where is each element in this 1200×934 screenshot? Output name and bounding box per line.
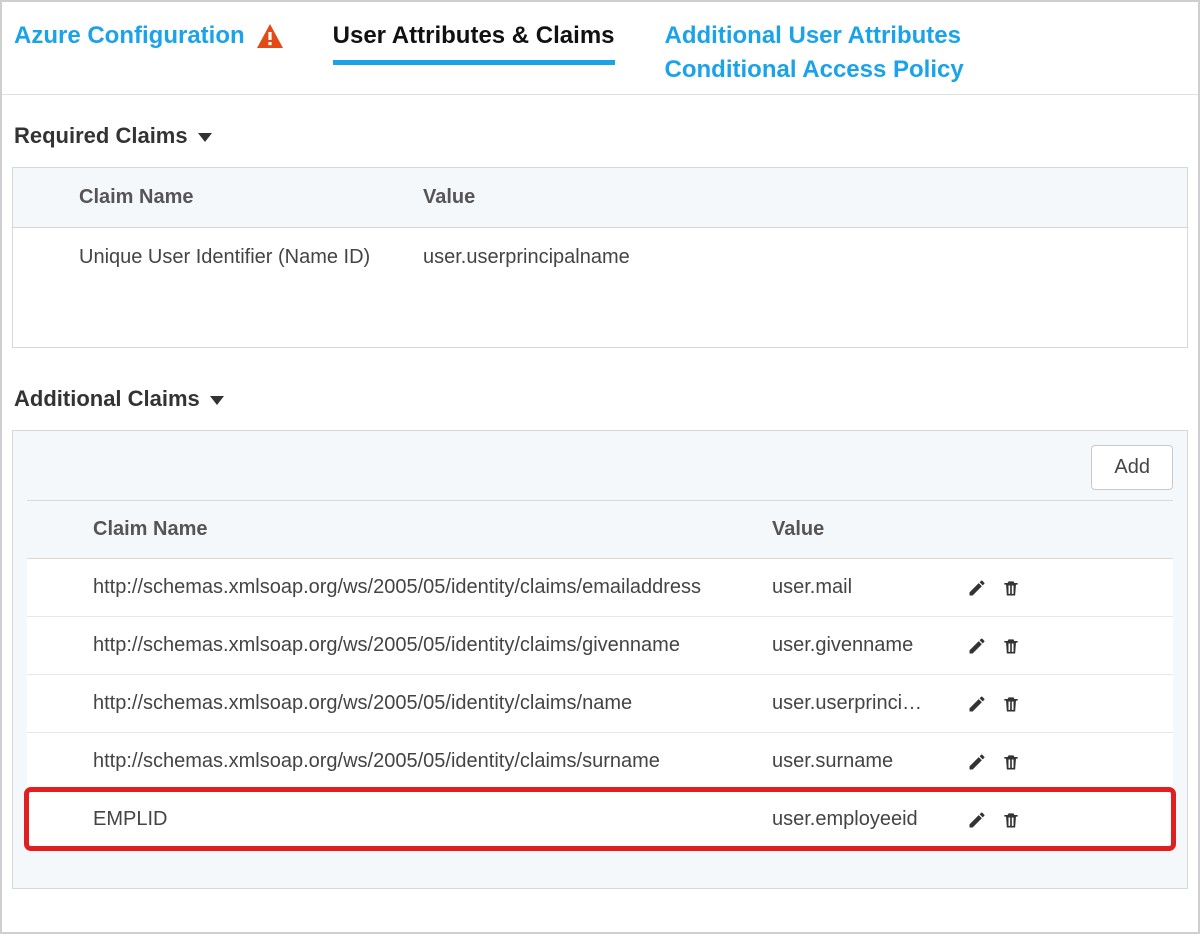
- cell-actions: [957, 733, 1077, 790]
- edit-icon[interactable]: [967, 752, 987, 772]
- cell-actions: [957, 617, 1077, 674]
- cell-actions: [957, 675, 1077, 732]
- table-row-highlighted[interactable]: EMPLID user.employeeid: [27, 790, 1173, 848]
- cell-actions: [957, 559, 1077, 616]
- tab-azure-configuration[interactable]: Azure Configuration: [14, 22, 283, 64]
- cell-value: user.mail: [762, 559, 957, 616]
- tab-conditional-access-policy[interactable]: Conditional Access Policy: [665, 56, 964, 84]
- delete-icon[interactable]: [1001, 752, 1021, 772]
- delete-icon[interactable]: [1001, 636, 1021, 656]
- cell-claim-name: http://schemas.xmlsoap.org/ws/2005/05/id…: [27, 675, 762, 732]
- cell-value: user.userprinci…: [762, 675, 957, 732]
- cell-claim-name: http://schemas.xmlsoap.org/ws/2005/05/id…: [27, 617, 762, 674]
- tab-user-attributes-claims[interactable]: User Attributes & Claims: [333, 22, 615, 65]
- section-additional-claims: Additional Claims Add Claim Name Value h…: [2, 358, 1198, 899]
- column-header-actions: [957, 501, 1077, 558]
- section-title-text: Required Claims: [14, 123, 188, 149]
- additional-claims-header-row: Claim Name Value: [27, 501, 1173, 559]
- required-claims-toggle[interactable]: Required Claims: [12, 115, 1188, 167]
- additional-claims-toggle[interactable]: Additional Claims: [12, 378, 1188, 430]
- edit-icon[interactable]: [967, 636, 987, 656]
- additional-claims-panel: Add Claim Name Value http://schemas.xmls…: [12, 430, 1188, 889]
- additional-claims-grid: Claim Name Value http://schemas.xmlsoap.…: [27, 500, 1173, 848]
- table-row[interactable]: http://schemas.xmlsoap.org/ws/2005/05/id…: [27, 733, 1173, 791]
- column-header-claim-name: Claim Name: [27, 501, 762, 558]
- table-row[interactable]: http://schemas.xmlsoap.org/ws/2005/05/id…: [27, 675, 1173, 733]
- table-row[interactable]: Unique User Identifier (Name ID) user.us…: [13, 228, 1187, 287]
- section-required-claims: Required Claims Claim Name Value Unique …: [2, 95, 1198, 358]
- cell-claim-name: Unique User Identifier (Name ID): [13, 228, 413, 287]
- table-row[interactable]: http://schemas.xmlsoap.org/ws/2005/05/id…: [27, 559, 1173, 617]
- cell-value: user.surname: [762, 733, 957, 790]
- delete-icon[interactable]: [1001, 810, 1021, 830]
- cell-claim-name: EMPLID: [27, 791, 762, 848]
- cell-value: user.employeeid: [762, 791, 957, 848]
- cell-claim-name: http://schemas.xmlsoap.org/ws/2005/05/id…: [27, 559, 762, 616]
- cell-actions: [957, 791, 1077, 848]
- tab-stack-right: Additional User Attributes Conditional A…: [665, 22, 964, 94]
- edit-icon[interactable]: [967, 694, 987, 714]
- edit-icon[interactable]: [967, 578, 987, 598]
- tab-bar: Azure Configuration User Attributes & Cl…: [2, 2, 1198, 95]
- column-header-value: Value: [762, 501, 957, 558]
- warning-icon: [257, 24, 283, 48]
- caret-down-icon: [210, 396, 224, 405]
- delete-icon[interactable]: [1001, 578, 1021, 598]
- caret-down-icon: [198, 133, 212, 142]
- cell-claim-name: http://schemas.xmlsoap.org/ws/2005/05/id…: [27, 733, 762, 790]
- add-button[interactable]: Add: [1091, 445, 1173, 490]
- column-header-value: Value: [413, 168, 1187, 227]
- tab-additional-user-attributes[interactable]: Additional User Attributes: [665, 22, 964, 50]
- edit-icon[interactable]: [967, 810, 987, 830]
- table-row[interactable]: http://schemas.xmlsoap.org/ws/2005/05/id…: [27, 617, 1173, 675]
- cell-value: user.givenname: [762, 617, 957, 674]
- required-claims-panel: Claim Name Value Unique User Identifier …: [12, 167, 1188, 348]
- column-header-claim-name: Claim Name: [13, 168, 413, 227]
- app-frame: Azure Configuration User Attributes & Cl…: [0, 0, 1200, 934]
- section-title-text: Additional Claims: [14, 386, 200, 412]
- additional-claims-toolbar: Add: [27, 445, 1173, 490]
- tab-label: Azure Configuration: [14, 22, 245, 50]
- tab-label: User Attributes & Claims: [333, 22, 615, 49]
- delete-icon[interactable]: [1001, 694, 1021, 714]
- cell-value: user.userprincipalname: [413, 228, 1187, 287]
- required-claims-header-row: Claim Name Value: [13, 168, 1187, 228]
